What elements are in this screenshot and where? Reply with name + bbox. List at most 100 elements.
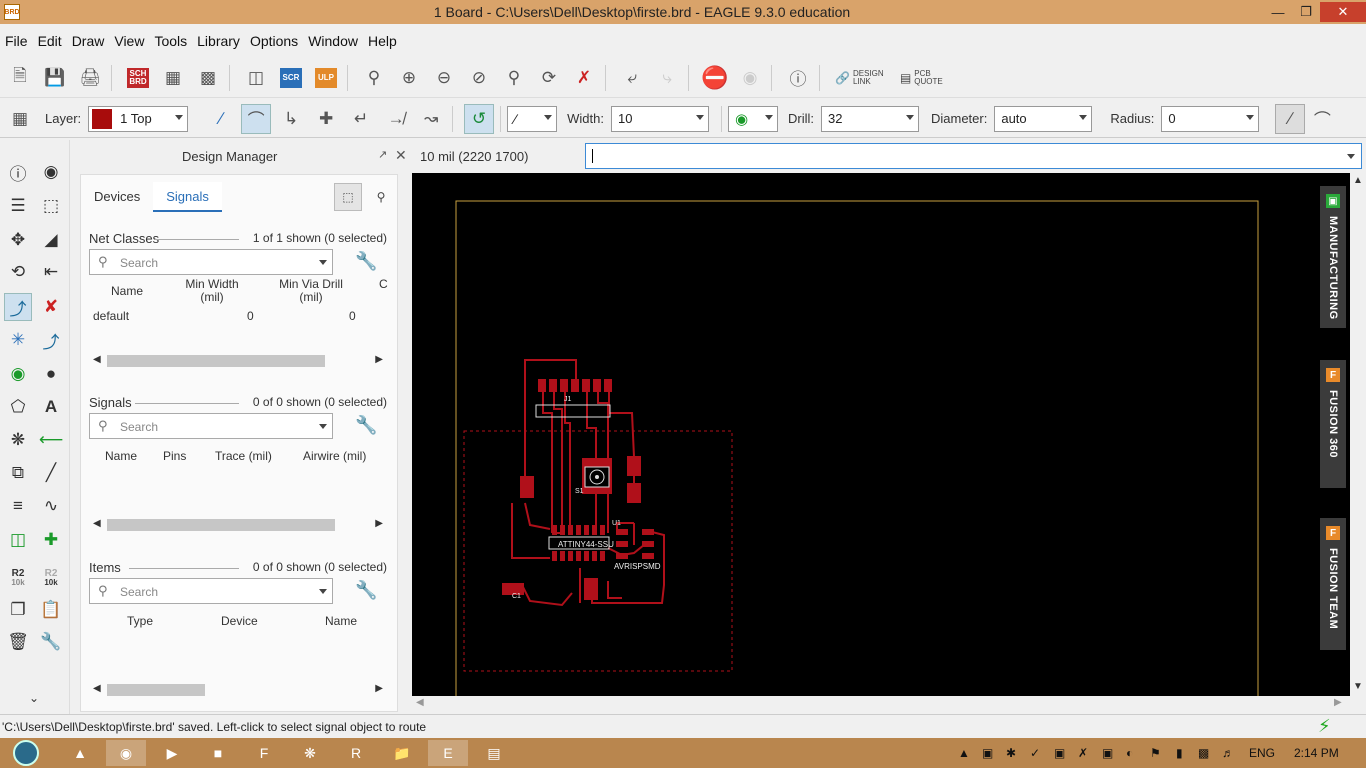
dimension-icon[interactable]: ≡ xyxy=(4,492,32,520)
value-tool[interactable]: R2 10k xyxy=(37,564,65,592)
wire-bend-free-icon[interactable]: ↛ xyxy=(381,104,411,134)
script-button[interactable]: SCR xyxy=(276,63,306,93)
fanout-icon[interactable]: ✳ xyxy=(4,326,32,354)
tray-app-icon[interactable]: ▣ xyxy=(982,746,993,760)
tray-app-icon[interactable]: ▣ xyxy=(1054,746,1065,760)
copy-icon[interactable]: ❐ xyxy=(4,596,32,624)
print-icon[interactable]: 🖨 xyxy=(75,63,105,93)
zoom-fit-icon[interactable]: ⚲ xyxy=(359,63,389,93)
tray-display-icon[interactable]: ▣ xyxy=(1102,746,1113,760)
move-icon[interactable]: ✥ xyxy=(4,226,32,254)
column-min-via-drill[interactable]: Min Via Drill (mil) xyxy=(269,278,353,304)
network-icon[interactable]: ▩ xyxy=(1198,746,1209,760)
miter-round-icon[interactable]: ⌒ xyxy=(1307,104,1337,134)
wire-style-select[interactable]: ∕ xyxy=(507,105,558,132)
wrench-icon[interactable]: 🔧 xyxy=(355,415,377,436)
more-tools-chevron-icon[interactable]: ⌄ xyxy=(20,684,48,712)
restore-button[interactable]: ❐ xyxy=(1292,2,1320,22)
column-airwire[interactable]: Airwire (mil) xyxy=(303,450,366,463)
hole-icon[interactable]: ● xyxy=(37,360,65,388)
start-button[interactable] xyxy=(4,740,48,766)
zoom-previous-icon[interactable]: ⊘ xyxy=(464,63,494,93)
manufacturing-side-tab[interactable]: ▣ MANUFACTURING xyxy=(1320,186,1346,328)
wrench-icon[interactable]: 🔧 xyxy=(37,628,65,656)
language-indicator[interactable]: ENG xyxy=(1249,746,1275,760)
layer-settings-icon[interactable]: ☰ xyxy=(4,192,32,220)
menu-tools[interactable]: Tools xyxy=(149,33,192,49)
text-icon[interactable]: A xyxy=(37,393,65,421)
items-scrollbar[interactable]: ◀ ▶ xyxy=(89,682,387,698)
volume-icon[interactable]: ♬ xyxy=(1222,746,1234,760)
info-icon[interactable]: ⓘ xyxy=(4,158,32,186)
scroll-down-icon[interactable]: ▼ xyxy=(1353,681,1363,692)
scroll-right-icon[interactable]: ▶ xyxy=(375,518,383,529)
pcb-quote-button[interactable]: ▤ PCB QUOTE xyxy=(896,63,946,93)
undock-icon[interactable]: ↗ xyxy=(378,148,387,161)
menu-draw[interactable]: Draw xyxy=(67,33,110,49)
wire-bend-45-icon[interactable]: ↳ xyxy=(276,104,306,134)
zoom-out-icon[interactable]: ⊖ xyxy=(429,63,459,93)
miter-straight-icon[interactable]: ∕ xyxy=(1275,103,1306,134)
wire-bend-arc-icon[interactable]: ⌒ xyxy=(241,103,272,134)
signals-scrollbar[interactable]: ◀ ▶ xyxy=(89,517,387,533)
chrome-icon[interactable]: ◉ xyxy=(106,740,146,766)
minimize-button[interactable]: — xyxy=(1264,2,1292,22)
command-line-input[interactable] xyxy=(585,143,1362,169)
meander-icon[interactable]: ⤴ xyxy=(37,326,65,354)
column-name[interactable]: Name xyxy=(105,450,137,463)
scroll-left-icon[interactable]: ◀ xyxy=(93,683,101,694)
column-min-width[interactable]: Min Width (mil) xyxy=(177,278,247,304)
polygon-icon[interactable]: ⬠ xyxy=(4,393,32,421)
wire-bend-90-icon[interactable]: ↵ xyxy=(346,104,376,134)
align-icon[interactable]: ⇤ xyxy=(37,258,65,286)
close-button[interactable]: ✕ xyxy=(1320,2,1366,22)
scrollbar-thumb[interactable] xyxy=(107,519,335,531)
menu-options[interactable]: Options xyxy=(245,33,303,49)
wire-bend-straight-icon[interactable]: ∕ xyxy=(206,104,236,134)
net-classes-scrollbar[interactable]: ◀ ▶ xyxy=(89,353,387,369)
scroll-left-icon[interactable]: ◀ xyxy=(93,354,101,365)
wrench-icon[interactable]: 🔧 xyxy=(355,251,377,272)
scroll-left-icon[interactable]: ◀ xyxy=(93,518,101,529)
drill-select[interactable]: 32 xyxy=(820,105,919,132)
net-icon[interactable]: ⟵ xyxy=(37,426,65,454)
stop-icon[interactable]: ⛔ xyxy=(700,63,730,93)
scroll-right-icon[interactable]: ▶ xyxy=(375,683,383,694)
line-icon[interactable]: ╱ xyxy=(37,459,65,487)
zoom-in-icon[interactable]: ⊕ xyxy=(394,63,424,93)
save-icon[interactable]: 💾 xyxy=(40,63,70,93)
via-shape-select[interactable]: ◉ xyxy=(727,105,778,132)
arc-icon[interactable]: ∿ xyxy=(37,492,65,520)
show-icon[interactable]: ◉ xyxy=(37,158,65,186)
select-mode-icon[interactable]: ⬚ xyxy=(334,183,362,211)
menu-view[interactable]: View xyxy=(109,33,149,49)
go-icon[interactable]: ⚡ xyxy=(1318,716,1331,737)
new-file-icon[interactable]: 🗎 xyxy=(5,63,35,93)
eagle-app-icon[interactable]: E xyxy=(428,740,468,766)
replace-icon[interactable]: ✚ xyxy=(37,526,65,554)
ripup-icon[interactable]: ✘ xyxy=(37,293,65,321)
scrollbar-thumb[interactable] xyxy=(107,355,325,367)
settings-app-icon[interactable]: ❋ xyxy=(290,740,330,766)
scroll-right-icon[interactable]: ▶ xyxy=(375,354,383,365)
bluetooth-icon[interactable]: ✱ xyxy=(1006,746,1016,760)
cam-processor-icon[interactable]: ▦ xyxy=(158,63,188,93)
zoom-to-selection-icon[interactable]: ⚲ xyxy=(367,183,395,211)
library-icon[interactable]: ◫ xyxy=(241,63,271,93)
tray-check-icon[interactable]: ✓ xyxy=(1030,746,1040,760)
radius-select[interactable]: 0 xyxy=(1161,105,1260,132)
go-icon[interactable]: ◉ xyxy=(735,63,765,93)
ulp-button[interactable]: ULP xyxy=(311,63,341,93)
tray-clock-app-icon[interactable]: ◐ xyxy=(1126,746,1133,760)
clock[interactable]: 2:14 PM xyxy=(1294,746,1339,760)
taskbar-app-icon[interactable]: ▲ xyxy=(60,740,100,766)
tab-devices[interactable]: Devices xyxy=(81,182,153,212)
column-type[interactable]: Type xyxy=(127,615,153,628)
net-classes-search-input[interactable]: ⚲ Search xyxy=(89,249,333,275)
archive-app-icon[interactable]: ▤ xyxy=(474,740,514,766)
mirror-icon[interactable]: ◢ xyxy=(37,226,65,254)
manufacturing-icon[interactable]: ▩ xyxy=(193,63,223,93)
name-tool[interactable]: R2 10k xyxy=(4,564,32,592)
layer-select[interactable]: 1 Top xyxy=(88,105,189,132)
help-icon[interactable]: ⓘ xyxy=(783,63,813,93)
